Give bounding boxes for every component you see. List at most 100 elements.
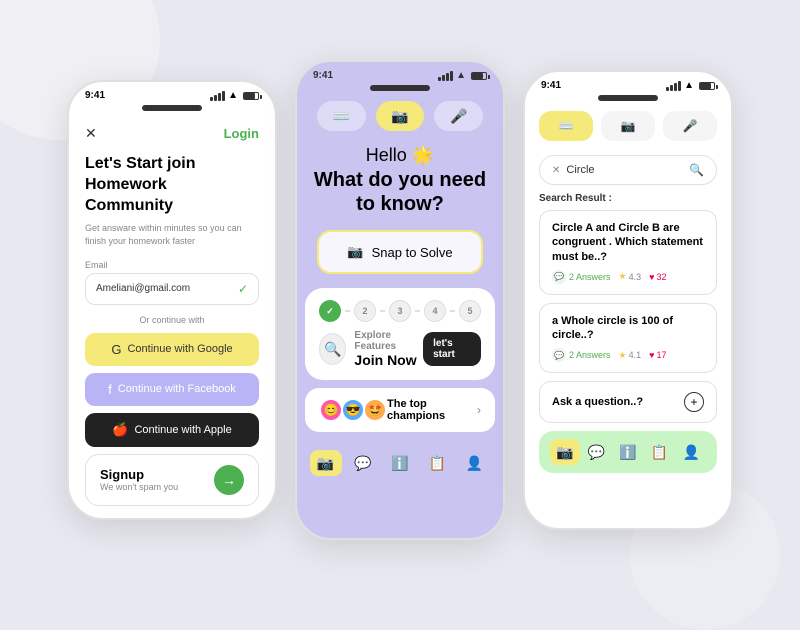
explore-label: Explore Features: [354, 330, 423, 352]
nav-list[interactable]: 📋: [421, 450, 453, 476]
p3-nav-chat[interactable]: 💬: [581, 439, 611, 465]
card1-answer-count: 2 Answers: [569, 272, 611, 282]
p3-tab-bar: ⌨️ 📷 🎤: [525, 105, 731, 147]
nav-user[interactable]: 👤: [458, 450, 490, 476]
phone1-content: ✕ Login Let's Start join Homework Commun…: [69, 115, 275, 520]
signal-3: [666, 81, 681, 91]
login-link[interactable]: Login: [224, 126, 259, 141]
email-value: Ameliani@gmail.com: [96, 283, 190, 294]
step-line-1: [345, 310, 350, 312]
status-icons-3: ▲: [666, 80, 715, 91]
p2-tab-bar: ⌨️ 📷 🎤: [297, 95, 503, 137]
p3-nav-user[interactable]: 👤: [676, 439, 706, 465]
card2-answers: 💬 2 Answers: [552, 348, 611, 362]
avatar-1: 😊: [319, 398, 343, 422]
step-line-3: [415, 310, 420, 312]
time-2: 9:41: [313, 70, 333, 81]
answer-dot-2-icon: 💬: [552, 348, 566, 362]
search-icon: 🔍: [689, 163, 704, 177]
phone-login: 9:41 ▲ ✕ Login Let's Start join Homework…: [67, 80, 277, 520]
star-2-icon: ★: [619, 350, 627, 361]
join-left: 🔍 Explore Features Join Now: [319, 330, 423, 368]
p2-tab-keyboard[interactable]: ⌨️: [317, 101, 366, 131]
p2-tab-mic[interactable]: 🎤: [434, 101, 483, 131]
ask-question-text: Ask a question..?: [552, 396, 643, 408]
battery-1: [243, 92, 259, 100]
start-button[interactable]: let's start: [423, 332, 481, 366]
card2-rating: ★ 4.1: [619, 350, 642, 361]
title-line2: Homework: [85, 176, 167, 193]
facebook-button[interactable]: f Continue with Facebook: [85, 373, 259, 406]
signal-2: [438, 71, 453, 81]
nav-camera[interactable]: 📷: [310, 450, 342, 476]
p3-tab-keyboard[interactable]: ⌨️: [539, 111, 593, 141]
close-button[interactable]: ✕: [85, 125, 97, 142]
card2-likes: ♥ 17: [649, 350, 666, 360]
progress-steps: ✓ 2 3 4 5: [319, 300, 481, 322]
search-clear-icon[interactable]: ✕: [552, 165, 560, 176]
or-divider: Or continue with: [85, 315, 259, 325]
p2-hello: Hello 🌟: [297, 145, 503, 166]
star-icon: ★: [619, 271, 627, 282]
p3-nav-camera[interactable]: 📷: [550, 439, 580, 465]
join-row: 🔍 Explore Features Join Now let's start: [319, 330, 481, 368]
p3-tab-camera[interactable]: 📷: [601, 111, 655, 141]
facebook-icon: f: [108, 382, 112, 397]
snap-label: Snap to Solve: [372, 245, 453, 260]
card1-rating: ★ 4.3: [619, 271, 642, 282]
search-result-label: Search Result :: [539, 193, 717, 204]
card1-rating-value: 4.3: [629, 272, 642, 282]
status-bar-1: 9:41 ▲: [69, 82, 275, 105]
heart-2-icon: ♥: [649, 350, 654, 360]
card2-title: a Whole circle is 100 of circle..?: [552, 314, 704, 343]
apple-label: Continue with Apple: [134, 424, 231, 436]
p3-nav-info[interactable]: ℹ️: [613, 439, 643, 465]
card1-meta: 💬 2 Answers ★ 4.3 ♥ 32: [552, 270, 704, 284]
card1-answers: 💬 2 Answers: [552, 270, 611, 284]
p3-nav-list[interactable]: 📋: [645, 439, 675, 465]
p1-title: Let's Start join Homework Community: [85, 154, 259, 216]
signup-arrow[interactable]: →: [214, 465, 244, 495]
apple-button[interactable]: 🍎 Continue with Apple: [85, 413, 259, 447]
snap-to-solve-button[interactable]: 📷 Snap to Solve: [317, 230, 483, 274]
ask-question-card[interactable]: Ask a question..? +: [539, 381, 717, 423]
time-1: 9:41: [85, 90, 105, 101]
card1-likes-count: 32: [656, 272, 666, 282]
card2-rating-value: 4.1: [629, 350, 642, 360]
search-value: Circle: [566, 164, 683, 176]
phone-search: 9:41 ▲ ⌨️ 📷 🎤 ✕ Circle 🔍 Search Result: [523, 70, 733, 530]
add-question-button[interactable]: +: [684, 392, 704, 412]
nav-info[interactable]: ℹ️: [384, 450, 416, 476]
time-3: 9:41: [541, 80, 561, 91]
card2-answer-count: 2 Answers: [569, 350, 611, 360]
nav-chat[interactable]: 💬: [347, 450, 379, 476]
email-input[interactable]: Ameliani@gmail.com ✓: [85, 273, 259, 305]
p2-tab-camera[interactable]: 📷: [376, 101, 425, 131]
champs-left: 😊 😎 🤩: [319, 398, 387, 422]
signup-section[interactable]: Signup We won't spam you →: [85, 454, 259, 506]
step-line-2: [380, 310, 385, 312]
signup-subtitle: We won't spam you: [100, 482, 178, 492]
google-label: Continue with Google: [127, 343, 232, 355]
card2-likes-count: 17: [656, 350, 666, 360]
status-bar-2: 9:41 ▲: [297, 62, 503, 85]
result-card-1[interactable]: Circle A and Circle B are congruent . Wh…: [539, 210, 717, 295]
battery-2: [471, 72, 487, 80]
apple-icon: 🍎: [112, 422, 128, 438]
wifi-1: ▲: [228, 90, 238, 101]
google-button[interactable]: G Continue with Google: [85, 333, 259, 366]
p1-subtitle: Get answare within minutes so you can fi…: [85, 222, 259, 247]
step-4: 4: [424, 300, 446, 322]
signup-text: Signup We won't spam you: [100, 467, 178, 492]
p2-bottom-nav: 📷 💬 ℹ️ 📋 👤: [297, 440, 503, 482]
step-5: 5: [459, 300, 481, 322]
result-card-2[interactable]: a Whole circle is 100 of circle..? 💬 2 A…: [539, 303, 717, 374]
check-icon: ✓: [238, 282, 248, 296]
battery-3: [699, 82, 715, 90]
search-bar[interactable]: ✕ Circle 🔍: [539, 155, 717, 185]
facebook-label: Continue with Facebook: [118, 383, 236, 395]
champions-card[interactable]: 😊 😎 🤩 The top champions ›: [305, 388, 495, 432]
status-bar-3: 9:41 ▲: [525, 72, 731, 95]
p3-bottom-nav: 📷 💬 ℹ️ 📋 👤: [539, 431, 717, 473]
p3-tab-mic[interactable]: 🎤: [663, 111, 717, 141]
